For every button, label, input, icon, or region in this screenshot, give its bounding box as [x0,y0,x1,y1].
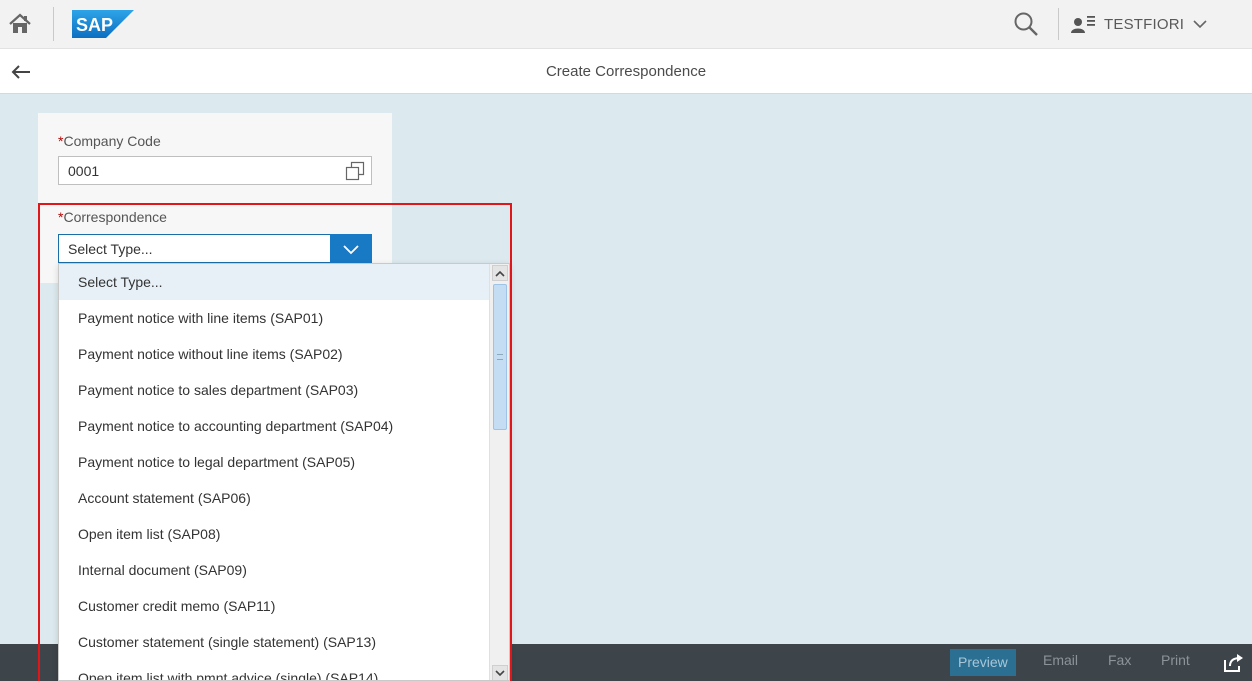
home-button[interactable] [4,8,36,40]
dropdown-item[interactable]: Customer statement (single statement) (S… [59,624,491,660]
chevron-up-icon [495,270,505,277]
user-menu[interactable]: TESTFIORI [1070,10,1208,38]
chevron-down-icon [343,244,359,254]
dropdown-item[interactable]: Payment notice without line items (SAP02… [59,336,491,372]
preview-button[interactable]: Preview [950,649,1016,676]
dropdown-item[interactable]: Payment notice with line items (SAP01) [59,300,491,336]
fax-button[interactable]: Fax [1108,652,1131,668]
page-title: Create Correspondence [545,63,707,80]
page-header: Create Correspondence [0,48,1252,94]
email-button[interactable]: Email [1043,652,1078,668]
dropdown-item[interactable]: Payment notice to legal department (SAP0… [59,444,491,480]
correspondence-dropdown-list: Select Type... Payment notice with line i… [58,263,510,681]
company-code-label: *Company Code [58,133,161,149]
company-code-label-text: Company Code [63,133,161,149]
user-name: TESTFIORI [1104,15,1185,33]
scrollbar-grip [497,354,503,360]
dropdown-item[interactable]: Account statement (SAP06) [59,480,491,516]
correspondence-select-value: Select Type... [68,241,153,257]
correspondence-select[interactable]: Select Type... [58,234,372,263]
company-code-value: 0001 [68,163,100,179]
dropdown-item[interactable]: Payment notice to accounting department … [59,408,491,444]
dropdown-item[interactable]: Open item list with pmnt advice (single)… [59,660,491,680]
chevron-down-icon [1193,20,1207,29]
company-code-input[interactable]: 0001 [58,156,372,185]
chevron-down-icon [495,669,505,676]
shell-header: SAP TESTFIORI [0,0,1252,48]
shell-separator [53,7,54,41]
user-icon [1071,16,1095,33]
correspondence-label-text: Correspondence [63,209,167,225]
sap-logo-text: SAP [76,15,113,35]
sap-logo: SAP [72,10,134,38]
scroll-down-button[interactable] [492,665,508,680]
dropdown-arrow-button[interactable] [330,234,372,263]
print-button[interactable]: Print [1161,652,1190,668]
dropdown-item[interactable]: Payment notice to sales department (SAP0… [59,372,491,408]
scrollbar-thumb[interactable] [493,284,507,430]
search-icon [1014,12,1038,36]
home-icon [9,13,31,33]
dropdown-item[interactable]: Internal document (SAP09) [59,552,491,588]
dropdown-item[interactable]: Open item list (SAP08) [59,516,491,552]
shell-separator-right [1058,8,1059,40]
dropdown-item[interactable]: Customer credit memo (SAP11) [59,588,491,624]
correspondence-label: *Correspondence [58,209,167,225]
dropdown-scrollbar[interactable] [489,264,509,680]
dropdown-items: Select Type... Payment notice with line i… [59,264,509,680]
dropdown-item[interactable]: Select Type... [59,264,491,300]
value-help-icon[interactable] [345,161,365,181]
share-icon[interactable] [1222,652,1244,674]
search-button[interactable] [1008,6,1044,42]
scroll-up-button[interactable] [492,265,508,281]
